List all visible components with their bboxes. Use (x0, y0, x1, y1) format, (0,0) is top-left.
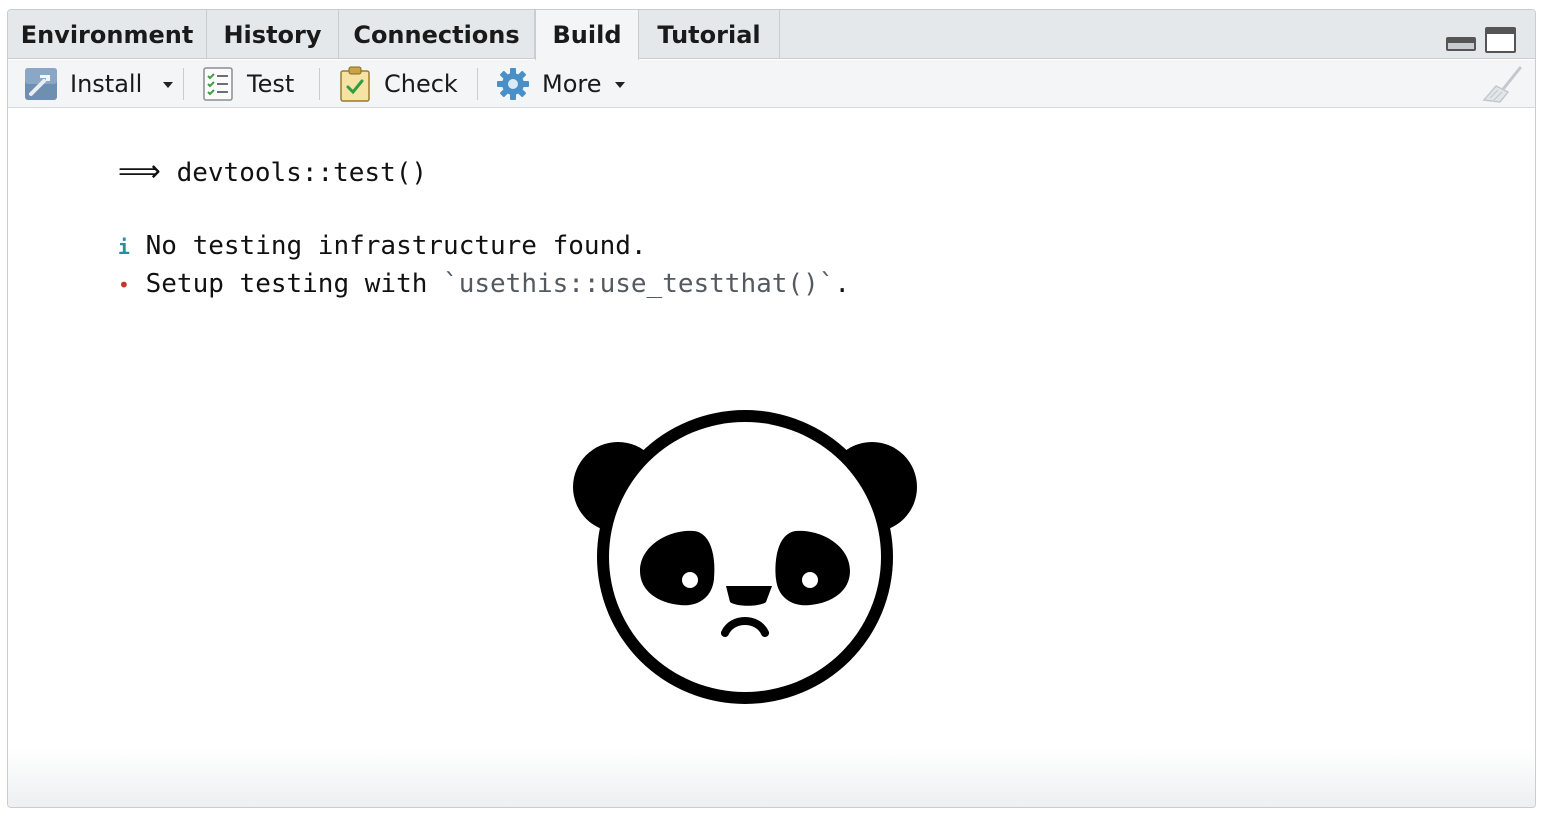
command-text: devtools::test() (176, 158, 428, 188)
more-button[interactable]: More (496, 60, 602, 108)
tab-tutorial[interactable]: Tutorial (639, 10, 780, 59)
tab-environment-label: Environment (20, 20, 194, 49)
sad-panda-icon (573, 410, 917, 704)
more-label: More (542, 70, 602, 98)
check-button[interactable]: Check (338, 60, 458, 108)
tab-build[interactable]: Build (535, 10, 639, 61)
tab-history-label: History (223, 20, 322, 49)
checklist-icon (201, 67, 235, 101)
check-label: Check (384, 70, 458, 98)
setup-text: Setup testing with (145, 269, 444, 299)
gear-icon (496, 67, 530, 101)
toolbar-separator (319, 68, 320, 100)
tab-build-label: Build (552, 21, 622, 49)
tab-tutorial-label: Tutorial (657, 20, 761, 49)
more-dropdown-caret-icon[interactable] (613, 80, 627, 90)
tab-history[interactable]: History (207, 10, 339, 59)
test-label: Test (247, 70, 295, 98)
install-dropdown-caret-icon[interactable] (161, 80, 175, 90)
hammer-icon (24, 67, 58, 101)
test-button[interactable]: Test (201, 60, 294, 108)
tab-connections[interactable]: Connections (339, 10, 535, 59)
maximize-pane-button[interactable] (1485, 27, 1516, 53)
build-toolbar: Install Test Check More (8, 60, 1535, 108)
setup-suffix: . (834, 269, 851, 299)
tab-connections-label: Connections (353, 20, 520, 49)
install-button[interactable]: Install (24, 60, 142, 108)
tab-bar: Environment History Connections Build Tu… (8, 10, 1535, 61)
console-bottom-shade (8, 749, 1535, 807)
bullet-marker: • (117, 273, 130, 297)
minimize-pane-button[interactable] (1446, 37, 1476, 51)
prompt-arrow: ⟹ (117, 154, 161, 189)
build-console-output: ⟹ devtools::test() i No testing infrastr… (8, 109, 1535, 807)
tab-environment[interactable]: Environment (8, 10, 207, 59)
build-pane: Environment History Connections Build Tu… (7, 9, 1536, 808)
broom-icon[interactable] (1482, 66, 1526, 104)
setup-line: • Setup testing with `usethis::use_testt… (24, 239, 850, 329)
clipboard-check-icon (338, 66, 372, 102)
toolbar-separator (183, 68, 184, 100)
setup-code: `usethis::use_testthat()` (443, 269, 835, 299)
install-label: Install (70, 70, 143, 98)
toolbar-separator (477, 68, 478, 100)
